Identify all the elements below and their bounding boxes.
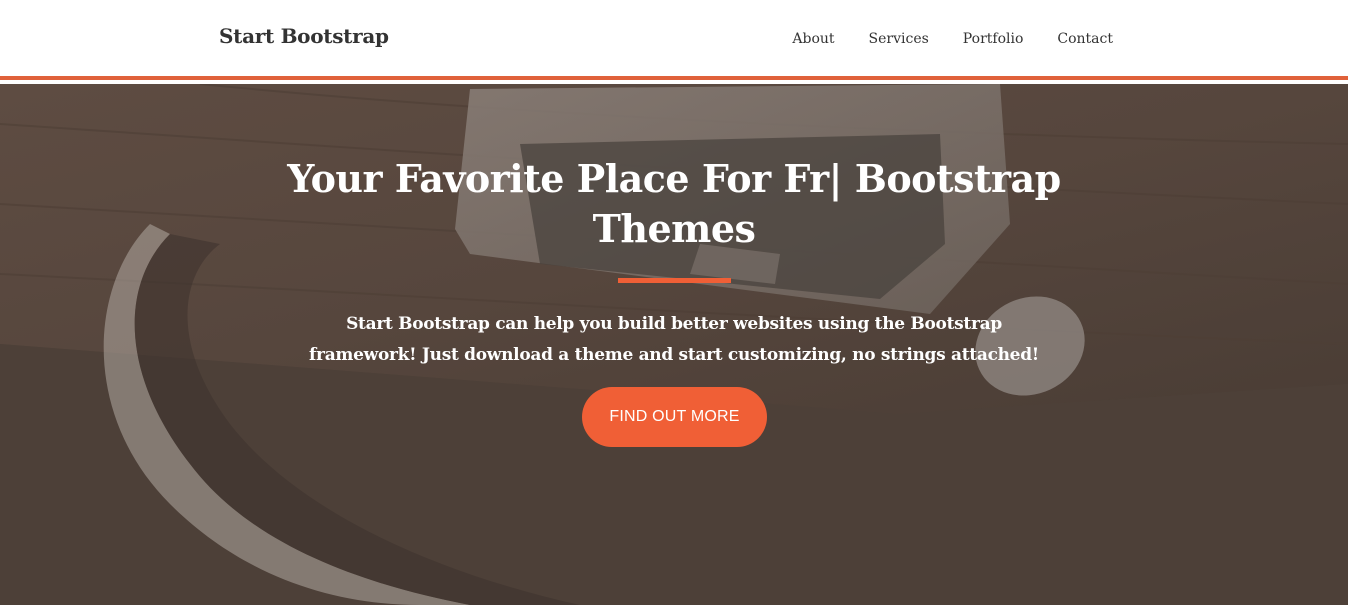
- nav-link-about[interactable]: About: [792, 31, 834, 47]
- hero-title: Your Favorite Place For Fr| Bootstrap Th…: [287, 156, 1061, 251]
- hero-content: Your Favorite Place For Fr| Bootstrap Th…: [0, 84, 1348, 605]
- nav-link-portfolio[interactable]: Portfolio: [963, 31, 1024, 47]
- nav-links: About Services Portfolio Contact: [758, 31, 1113, 47]
- hero-section: Your Favorite Place For Fr| Bootstrap Th…: [0, 84, 1348, 605]
- hero-subtitle: Start Bootstrap can help you build bette…: [309, 314, 1039, 365]
- nav-link-contact[interactable]: Contact: [1057, 31, 1113, 47]
- hero-divider: [618, 278, 731, 283]
- navbar: Start Bootstrap About Services Portfolio…: [0, 0, 1348, 80]
- find-out-more-button[interactable]: FIND OUT MORE: [582, 387, 767, 447]
- nav-link-services[interactable]: Services: [869, 31, 929, 47]
- brand-link[interactable]: Start Bootstrap: [219, 24, 389, 48]
